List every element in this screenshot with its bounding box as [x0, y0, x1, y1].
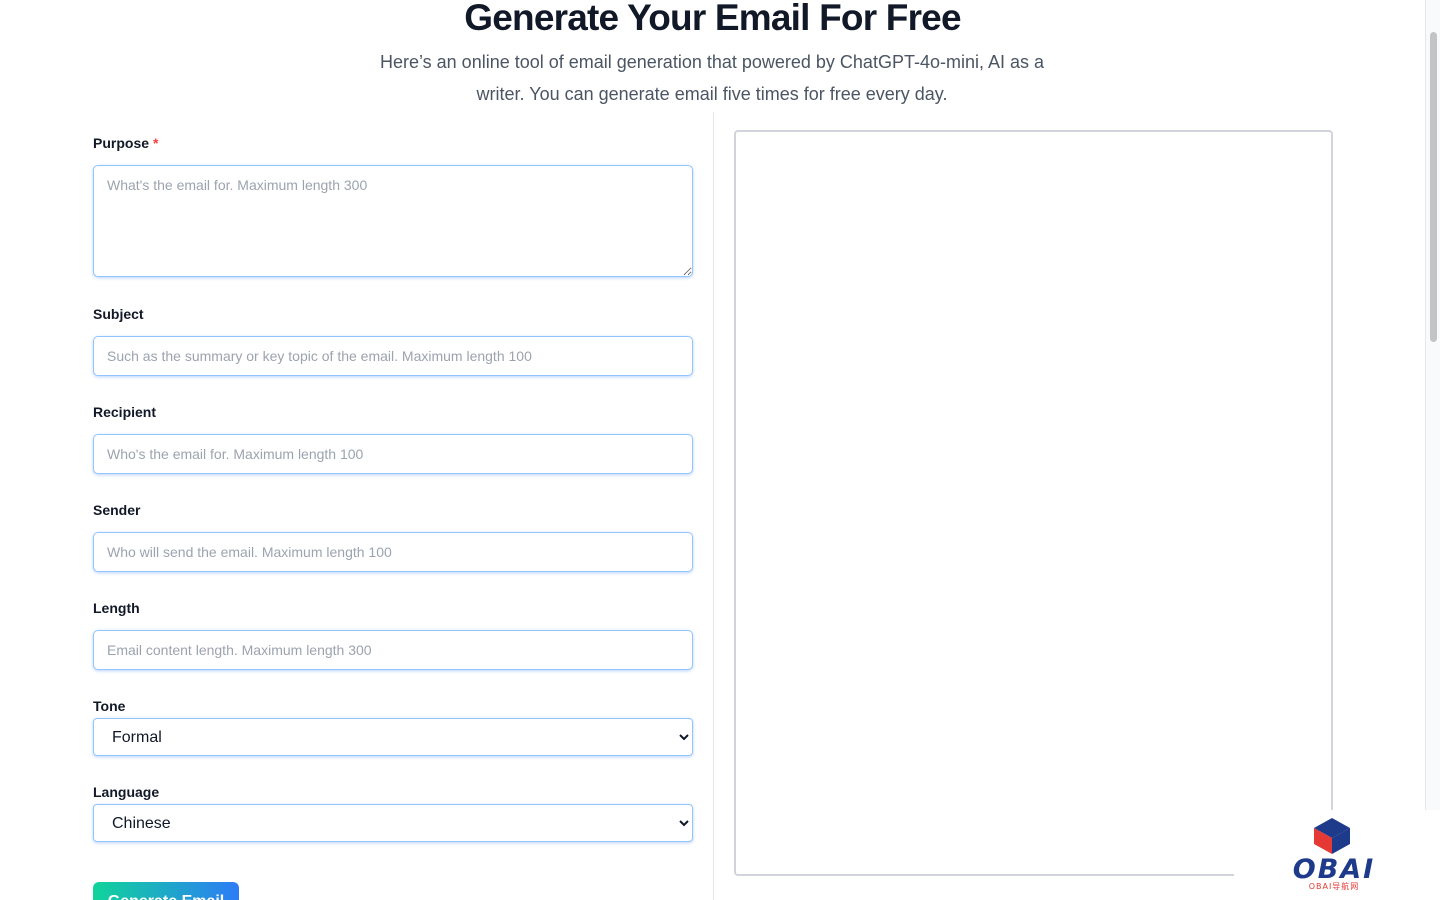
language-select[interactable]: Chinese	[93, 804, 693, 842]
email-form: Purpose* Subject Recipient Sender Length…	[93, 131, 693, 900]
recipient-field-group: Recipient	[93, 400, 693, 474]
tone-label: Tone	[93, 698, 126, 714]
purpose-textarea[interactable]	[93, 165, 693, 277]
sender-input[interactable]	[93, 532, 693, 572]
tone-select[interactable]: Formal	[93, 718, 693, 756]
purpose-field-group: Purpose *	[93, 131, 693, 277]
length-input[interactable]	[93, 630, 693, 670]
tone-field-group: Tone Formal	[93, 694, 693, 756]
recipient-label: Recipient	[93, 404, 157, 420]
purpose-label: Purpose *	[93, 131, 693, 155]
page: Generate Your Email For Free Here’s an o…	[0, 0, 1440, 900]
subject-field-group: Subject	[93, 302, 693, 376]
language-field-group: Language Chinese	[93, 780, 693, 842]
page-subtitle: Here’s an online tool of email generatio…	[379, 52, 1045, 104]
column-divider	[713, 112, 714, 900]
subject-input[interactable]	[93, 336, 693, 376]
cube-logo-icon: OBAI OBAI导航网	[1293, 818, 1375, 891]
length-field-group: Length	[93, 596, 693, 670]
length-label: Length	[93, 600, 140, 616]
language-label: Language	[93, 784, 160, 800]
sender-field-group: Sender	[93, 498, 693, 572]
generate-email-button[interactable]: Generate Email	[93, 882, 239, 900]
purpose-label-text: Purpose	[93, 135, 150, 151]
watermark-subtext: OBAI导航网	[1309, 881, 1360, 891]
subject-label: Subject	[93, 306, 144, 322]
page-title: Generate Your Email For Free	[464, 0, 961, 38]
email-output-panel[interactable]	[734, 130, 1333, 876]
recipient-input[interactable]	[93, 434, 693, 474]
obai-watermark-logo: OBAI OBAI导航网	[1284, 814, 1384, 894]
scrollbar-thumb[interactable]	[1430, 32, 1437, 342]
watermark-brand-text: OBAI	[1293, 854, 1375, 885]
page-scrollbar[interactable]	[1425, 0, 1440, 810]
required-marker: *	[153, 135, 159, 151]
sender-label: Sender	[93, 502, 141, 518]
